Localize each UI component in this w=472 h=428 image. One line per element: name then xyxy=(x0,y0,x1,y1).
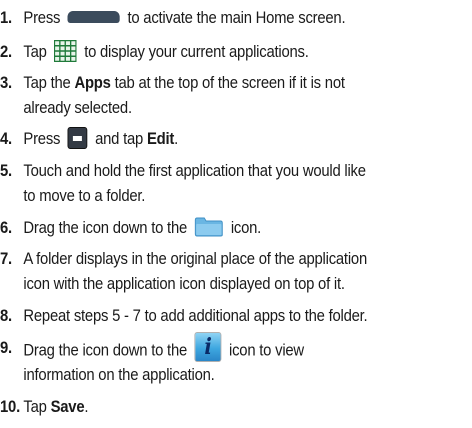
step-text: to move to a folder. xyxy=(23,187,146,205)
step-text: Tap xyxy=(23,43,47,61)
info-icon: i xyxy=(194,332,222,362)
step-text: . xyxy=(174,130,179,148)
step-number: 3. xyxy=(0,74,12,92)
step-number: 10. xyxy=(0,398,20,416)
step-text: information on the application. xyxy=(23,366,215,384)
step-number: 8. xyxy=(0,307,12,325)
apps-grid-icon xyxy=(53,39,77,62)
step-text: icon. xyxy=(230,219,262,237)
folder-icon xyxy=(194,217,224,237)
step-text: Press xyxy=(23,130,61,148)
step-text: tab at the top of the screen if it is no… xyxy=(114,74,345,92)
edit-label: Edit xyxy=(146,130,175,148)
step-text: to display your current applications. xyxy=(84,43,309,61)
step-text: Press xyxy=(23,9,61,27)
save-label: Save xyxy=(50,398,85,416)
step-number: 2. xyxy=(0,43,12,61)
step-text: Drag the icon down to the xyxy=(23,219,188,237)
info-glyph: i xyxy=(204,334,212,360)
step-number: 1. xyxy=(0,9,12,27)
step-text: Touch and hold the first application tha… xyxy=(23,162,366,180)
home-key-icon xyxy=(67,10,120,23)
step-text: A folder displays in the original place … xyxy=(23,250,367,268)
step-text: already selected. xyxy=(23,99,132,117)
step-number: 6. xyxy=(0,219,12,237)
step-text: . xyxy=(84,398,89,416)
step-number: 7. xyxy=(0,250,12,268)
step-number: 5. xyxy=(0,162,12,180)
step-text: to activate the main Home screen. xyxy=(127,9,346,27)
step-text: Tap the xyxy=(23,74,71,92)
apps-tab-label: Apps xyxy=(74,74,111,92)
step-text: Drag the icon down to the xyxy=(23,341,188,360)
step-text: Repeat steps 5 - 7 to add additional app… xyxy=(23,307,368,325)
step-text: and tap xyxy=(95,130,144,148)
step-text: icon with the application icon displayed… xyxy=(23,275,345,293)
step-text: icon to view xyxy=(229,341,304,360)
step-text: Tap xyxy=(23,398,47,416)
menu-key-icon xyxy=(67,126,88,149)
step-number: 4. xyxy=(0,130,12,148)
step-number: 9. xyxy=(0,339,12,357)
